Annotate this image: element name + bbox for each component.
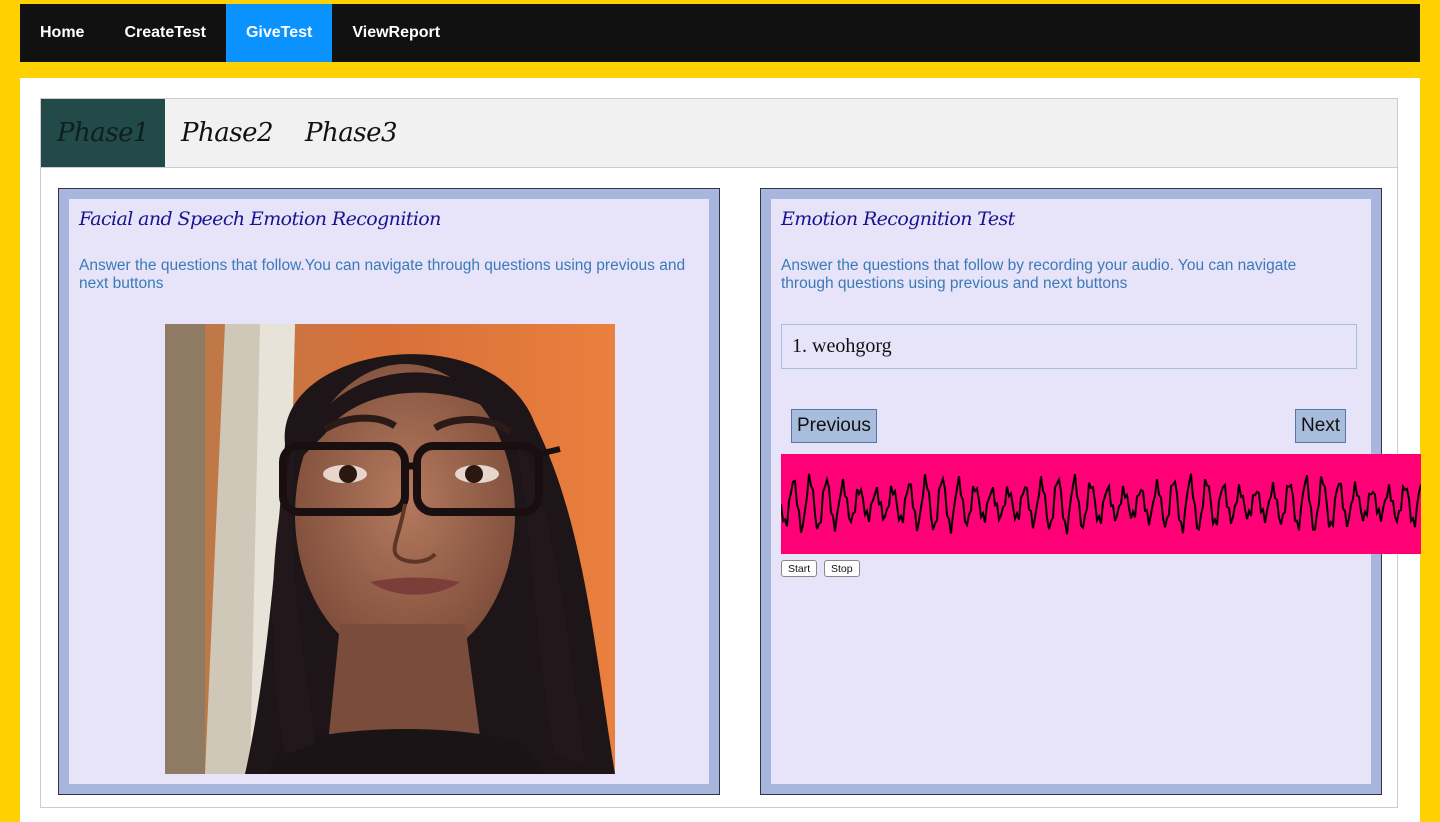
main-panel: Phase1 Phase2 Phase3 Facial and Speech E… — [20, 78, 1420, 822]
facial-card-title: Facial and Speech Emotion Recognition — [79, 208, 441, 230]
nav-create-test[interactable]: CreateTest — [104, 4, 226, 62]
phase-tab-bar: Phase1 Phase2 Phase3 — [41, 99, 1397, 168]
facial-recognition-card: Facial and Speech Emotion Recognition An… — [58, 188, 720, 795]
tab-phase2[interactable]: Phase2 — [165, 99, 289, 167]
next-button[interactable]: Next — [1295, 409, 1347, 443]
waveform-graphic — [780, 473, 1422, 535]
audio-waveform-visualizer — [780, 454, 1422, 554]
emotion-card-title: Emotion Recognition Test — [781, 208, 1015, 230]
record-start-button[interactable]: Start — [781, 560, 818, 577]
webcam-portrait-image — [165, 324, 615, 774]
question-box: 1. weohgorg — [781, 324, 1357, 369]
nav-give-test[interactable]: GiveTest — [225, 4, 333, 62]
previous-button[interactable]: Previous — [791, 409, 877, 443]
emotion-card-description: Answer the questions that follow by reco… — [781, 257, 1297, 292]
top-nav: Home CreateTest GiveTest ViewReport — [20, 4, 1420, 62]
webcam-video-feed — [165, 324, 615, 774]
tab-phase1[interactable]: Phase1 — [41, 99, 166, 167]
facial-card-description: Answer the questions that follow.You can… — [79, 257, 686, 292]
facial-recognition-card-body: Facial and Speech Emotion Recognition An… — [69, 199, 709, 784]
nav-view-report[interactable]: ViewReport — [332, 4, 460, 62]
tab-phase3[interactable]: Phase3 — [289, 99, 413, 167]
record-stop-button[interactable]: Stop — [824, 560, 860, 577]
nav-home[interactable]: Home — [20, 4, 104, 62]
phase-tabs-container: Phase1 Phase2 Phase3 Facial and Speech E… — [40, 98, 1398, 808]
